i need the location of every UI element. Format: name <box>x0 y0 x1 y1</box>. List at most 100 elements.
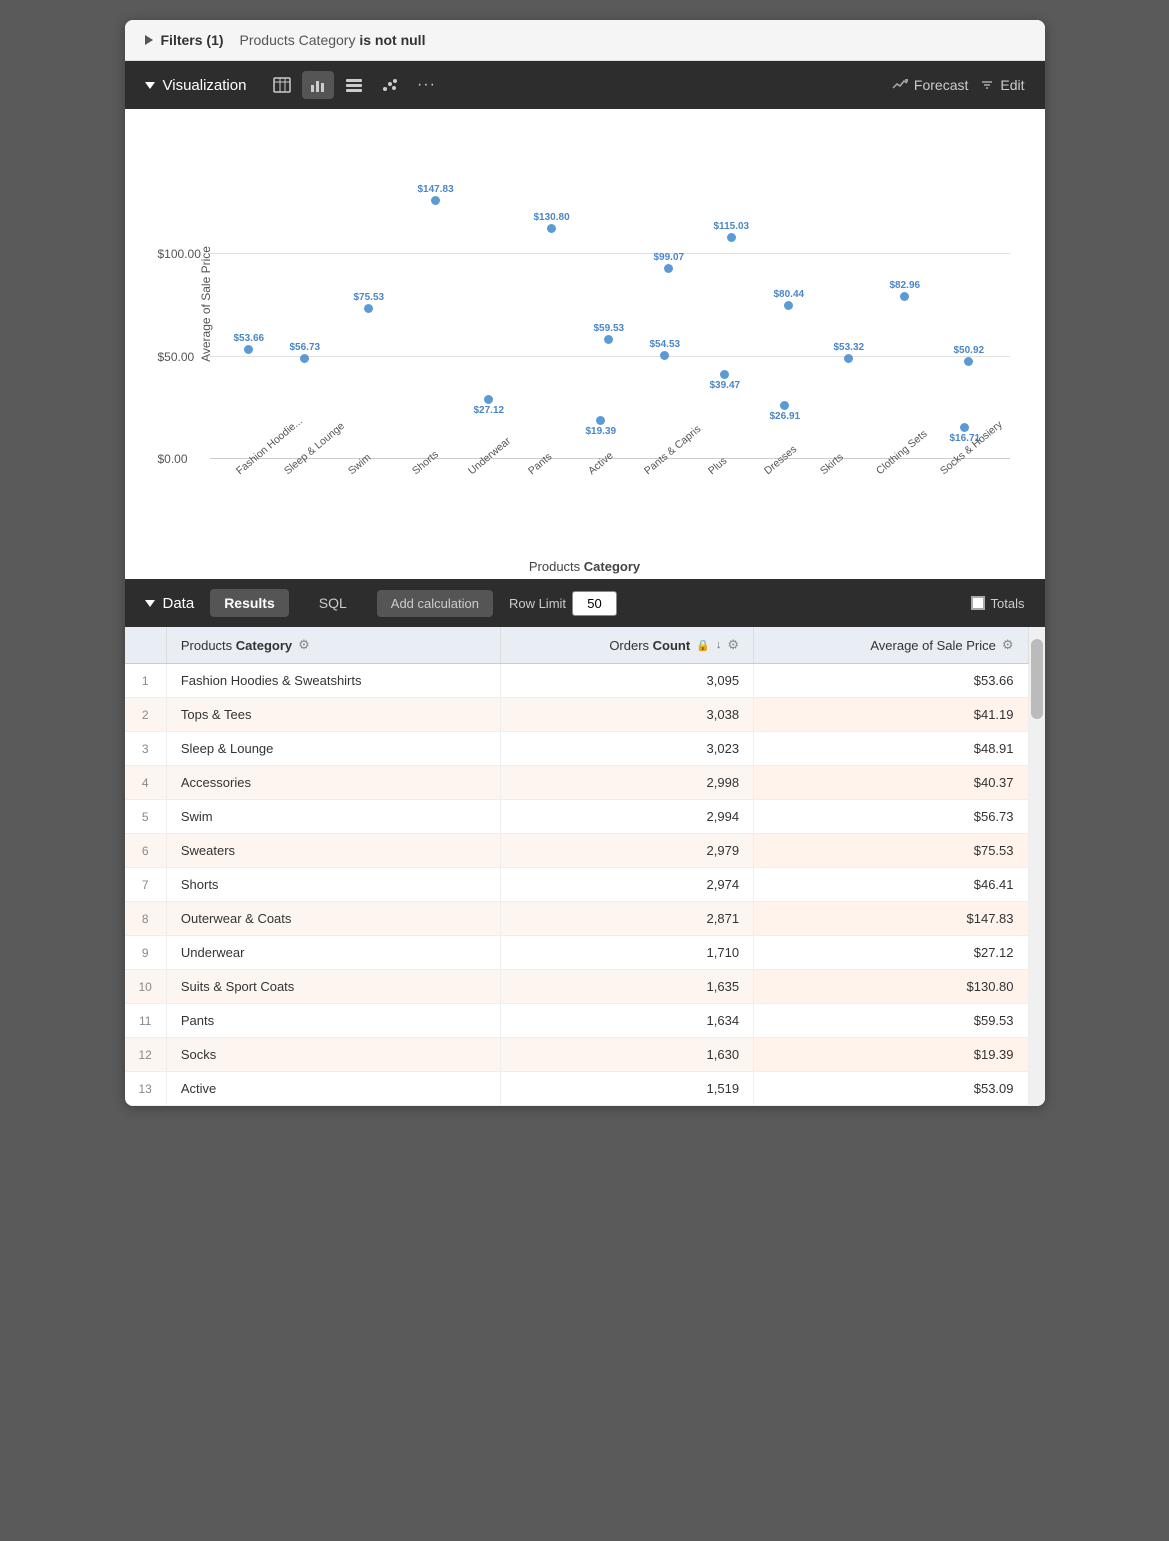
table-row: 2 Tops & Tees 3,038 $41.19 <box>125 698 1029 732</box>
table-wrap: Products Category ⚙ Orders Count 🔒 ↓ ⚙ <box>125 627 1029 1106</box>
orders-count-cell: 2,979 <box>501 834 754 868</box>
category-cell: Pants <box>166 1004 500 1038</box>
row-num: 9 <box>125 936 167 970</box>
dot-dresses-upper: $80.44 <box>774 289 805 310</box>
orders-count-cell: 2,871 <box>501 902 754 936</box>
add-calculation-button[interactable]: Add calculation <box>377 590 493 617</box>
plot-area: Average of Sale Price $100.00 $50.00 $0.… <box>210 149 1010 459</box>
dot-underwear: $27.12 <box>474 395 505 416</box>
edit-btn[interactable]: Edit <box>980 77 1024 93</box>
table-row: 6 Sweaters 2,979 $75.53 <box>125 834 1029 868</box>
y-label-0: $0.00 <box>158 452 188 466</box>
scrollbar-thumb <box>1031 639 1043 719</box>
row-num: 13 <box>125 1072 167 1106</box>
category-cell: Shorts <box>166 868 500 902</box>
avg-price-cell: $75.53 <box>754 834 1028 868</box>
category-cell: Active <box>166 1072 500 1106</box>
avg-price-gear[interactable]: ⚙ <box>1002 637 1014 653</box>
totals-checkbox[interactable] <box>971 596 985 610</box>
table-row: 8 Outerwear & Coats 2,871 $147.83 <box>125 902 1029 936</box>
category-cell: Outerwear & Coats <box>166 902 500 936</box>
grid-line-100 <box>210 253 1010 254</box>
category-cell: Tops & Tees <box>166 698 500 732</box>
orders-count-cell: 2,998 <box>501 766 754 800</box>
row-num: 6 <box>125 834 167 868</box>
grid-line-50 <box>210 356 1010 357</box>
row-limit-label: Row Limit <box>509 596 566 611</box>
category-cell: Socks <box>166 1038 500 1072</box>
tab-sql[interactable]: SQL <box>305 589 361 617</box>
row-number-header <box>125 627 167 664</box>
row-num: 8 <box>125 902 167 936</box>
table-row: 13 Active 1,519 $53.09 <box>125 1072 1029 1106</box>
table-row: 1 Fashion Hoodies & Sweatshirts 3,095 $5… <box>125 664 1029 698</box>
row-limit-area: Row Limit <box>509 591 617 616</box>
orders-count-cell: 3,038 <box>501 698 754 732</box>
row-num: 3 <box>125 732 167 766</box>
category-cell: Underwear <box>166 936 500 970</box>
data-table-section: Products Category ⚙ Orders Count 🔒 ↓ ⚙ <box>125 627 1045 1106</box>
filters-condition: Products Category is not null <box>240 32 426 48</box>
row-num: 10 <box>125 970 167 1004</box>
scrollbar[interactable] <box>1029 627 1045 1106</box>
row-num: 7 <box>125 868 167 902</box>
grid-layer: $100.00 $50.00 $0.00 <box>210 149 1010 459</box>
row-num: 5 <box>125 800 167 834</box>
viz-label: Visualization <box>163 77 247 94</box>
products-category-gear[interactable]: ⚙ <box>298 637 310 653</box>
filters-expand-icon <box>145 35 153 45</box>
more-options-btn[interactable]: ··· <box>410 71 442 99</box>
table-view-btn[interactable] <box>266 71 298 99</box>
row-num: 12 <box>125 1038 167 1072</box>
avg-price-cell: $53.66 <box>754 664 1028 698</box>
viz-collapse-icon <box>145 82 155 89</box>
dot-swim: $75.53 <box>354 292 385 313</box>
scatter-view-btn[interactable] <box>374 71 406 99</box>
edit-label: Edit <box>1000 77 1024 93</box>
dot-shorts-top: $147.83 <box>418 184 454 205</box>
data-collapse-icon <box>145 600 155 607</box>
dot-pants: $130.80 <box>534 212 570 233</box>
dot-socks-upper: $50.92 <box>954 345 985 366</box>
tab-results[interactable]: Results <box>210 589 289 617</box>
filters-label: Filters (1) <box>161 32 224 48</box>
category-cell: Suits & Sport Coats <box>166 970 500 1004</box>
avg-price-cell: $41.19 <box>754 698 1028 732</box>
row-limit-input[interactable] <box>572 591 617 616</box>
category-cell: Fashion Hoodies & Sweatshirts <box>166 664 500 698</box>
dot-plus-upper: $115.03 <box>714 221 750 242</box>
table-row: 7 Shorts 2,974 $46.41 <box>125 868 1029 902</box>
totals-label: Totals <box>991 596 1025 611</box>
avg-price-cell: $147.83 <box>754 902 1028 936</box>
orders-count-gear[interactable]: ⚙ <box>727 637 739 653</box>
avg-price-cell: $40.37 <box>754 766 1028 800</box>
orders-privacy-icon: 🔒 <box>696 639 710 652</box>
filters-title[interactable]: Filters (1) <box>145 32 224 48</box>
forecast-btn[interactable]: Forecast <box>892 77 968 93</box>
dot-skirts-lower: $53.32 <box>834 342 865 363</box>
avg-price-cell: $19.39 <box>754 1038 1028 1072</box>
chart-area: Average of Sale Price $100.00 $50.00 $0.… <box>125 109 1045 579</box>
viz-toolbar: Visualization <box>125 61 1045 109</box>
orders-count-cell: 1,710 <box>501 936 754 970</box>
table-row: 12 Socks 1,630 $19.39 <box>125 1038 1029 1072</box>
row-num: 1 <box>125 664 167 698</box>
avg-sale-price-header: Average of Sale Price ⚙ <box>754 627 1028 664</box>
avg-price-cell: $56.73 <box>754 800 1028 834</box>
list-view-btn[interactable] <box>338 71 370 99</box>
dot-plus-lower: $39.47 <box>710 370 741 391</box>
row-num: 4 <box>125 766 167 800</box>
row-num: 11 <box>125 1004 167 1038</box>
dot-fashion: $53.66 <box>234 333 265 354</box>
dot-sleep-upper: $56.73 <box>290 342 321 363</box>
category-cell: Accessories <box>166 766 500 800</box>
dot-dresses-lower: $26.91 <box>770 401 801 422</box>
orders-sort-desc-icon[interactable]: ↓ <box>716 639 722 651</box>
totals-area: Totals <box>971 596 1025 611</box>
bar-chart-view-btn[interactable] <box>302 71 334 99</box>
category-cell: Swim <box>166 800 500 834</box>
orders-count-cell: 2,994 <box>501 800 754 834</box>
table-row: 9 Underwear 1,710 $27.12 <box>125 936 1029 970</box>
chart-container: Average of Sale Price $100.00 $50.00 $0.… <box>145 149 1025 569</box>
avg-price-cell: $46.41 <box>754 868 1028 902</box>
